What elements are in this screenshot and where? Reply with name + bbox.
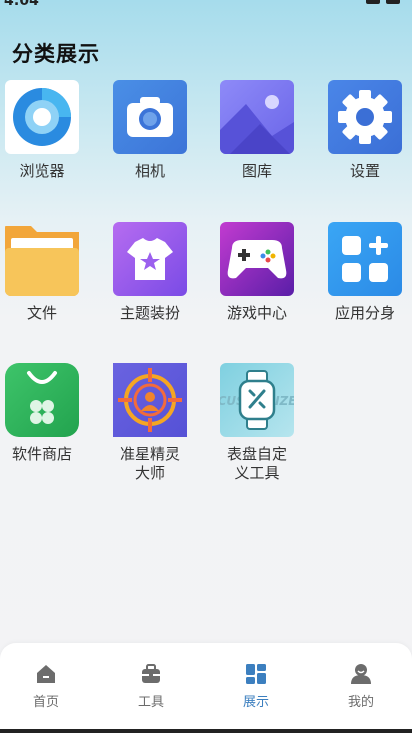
theme-icon — [113, 222, 187, 296]
files-icon — [5, 222, 79, 296]
app-files[interactable]: 文件 — [0, 222, 94, 323]
app-label: 应用分身 — [334, 304, 395, 322]
app-label: 表盘自定义工具 — [226, 445, 287, 482]
app-label: 游戏中心 — [226, 304, 287, 322]
nav-item-showcase[interactable]: 展示 — [226, 663, 286, 710]
app-label: 图库 — [241, 162, 272, 180]
showcase-icon — [245, 663, 267, 685]
app-crosshair[interactable]: 准星精灵大师 — [98, 363, 202, 483]
app-game-center[interactable]: 游戏中心 — [205, 222, 309, 323]
bottom-nav: 首页 工具 展示 我的 — [0, 643, 412, 733]
profile-icon — [350, 663, 372, 685]
app-label: 设置 — [349, 162, 380, 180]
app-label: 主题装扮 — [119, 304, 180, 322]
battery-icon — [386, 0, 400, 4]
settings-icon — [328, 80, 402, 154]
app-label: 准星精灵大师 — [119, 445, 180, 482]
nav-item-tools[interactable]: 工具 — [121, 663, 181, 710]
status-icons — [366, 0, 400, 4]
app-clone[interactable]: 应用分身 — [313, 222, 412, 323]
nav-label: 我的 — [347, 695, 374, 710]
home-icon — [35, 663, 57, 685]
crosshair-icon — [113, 363, 187, 437]
app-camera[interactable]: 相机 — [98, 80, 202, 181]
camera-icon — [113, 80, 187, 154]
signal-icon — [366, 0, 380, 4]
app-store[interactable]: 软件商店 — [0, 363, 94, 464]
app-theme[interactable]: 主题装扮 — [98, 222, 202, 323]
status-bar: 4:04 — [0, 0, 412, 14]
app-store-icon — [5, 363, 79, 437]
game-center-icon — [220, 222, 294, 296]
page-title: 分类展示 — [12, 42, 100, 66]
nav-item-profile[interactable]: 我的 — [331, 663, 391, 710]
gallery-icon — [220, 80, 294, 154]
app-settings[interactable]: 设置 — [313, 80, 412, 181]
app-label: 相机 — [134, 162, 165, 180]
nav-label: 展示 — [242, 695, 269, 710]
app-gallery[interactable]: 图库 — [205, 80, 309, 181]
browser-icon — [5, 80, 79, 154]
nav-item-home[interactable]: 首页 — [16, 663, 76, 710]
home-indicator — [0, 729, 412, 733]
app-label: 浏览器 — [19, 162, 65, 180]
nav-label: 首页 — [32, 695, 59, 710]
watchface-icon: CUSTOMIZE — [220, 363, 294, 437]
status-time: 4:04 — [4, 0, 39, 9]
app-watchface[interactable]: CUSTOMIZE 表盘自定义工具 — [205, 363, 309, 483]
app-label: 软件商店 — [11, 445, 72, 463]
app-label: 文件 — [26, 304, 57, 322]
nav-label: 工具 — [137, 695, 164, 710]
app-browser[interactable]: 浏览器 — [0, 80, 94, 181]
app-clone-icon — [328, 222, 402, 296]
toolbox-icon — [140, 663, 162, 685]
